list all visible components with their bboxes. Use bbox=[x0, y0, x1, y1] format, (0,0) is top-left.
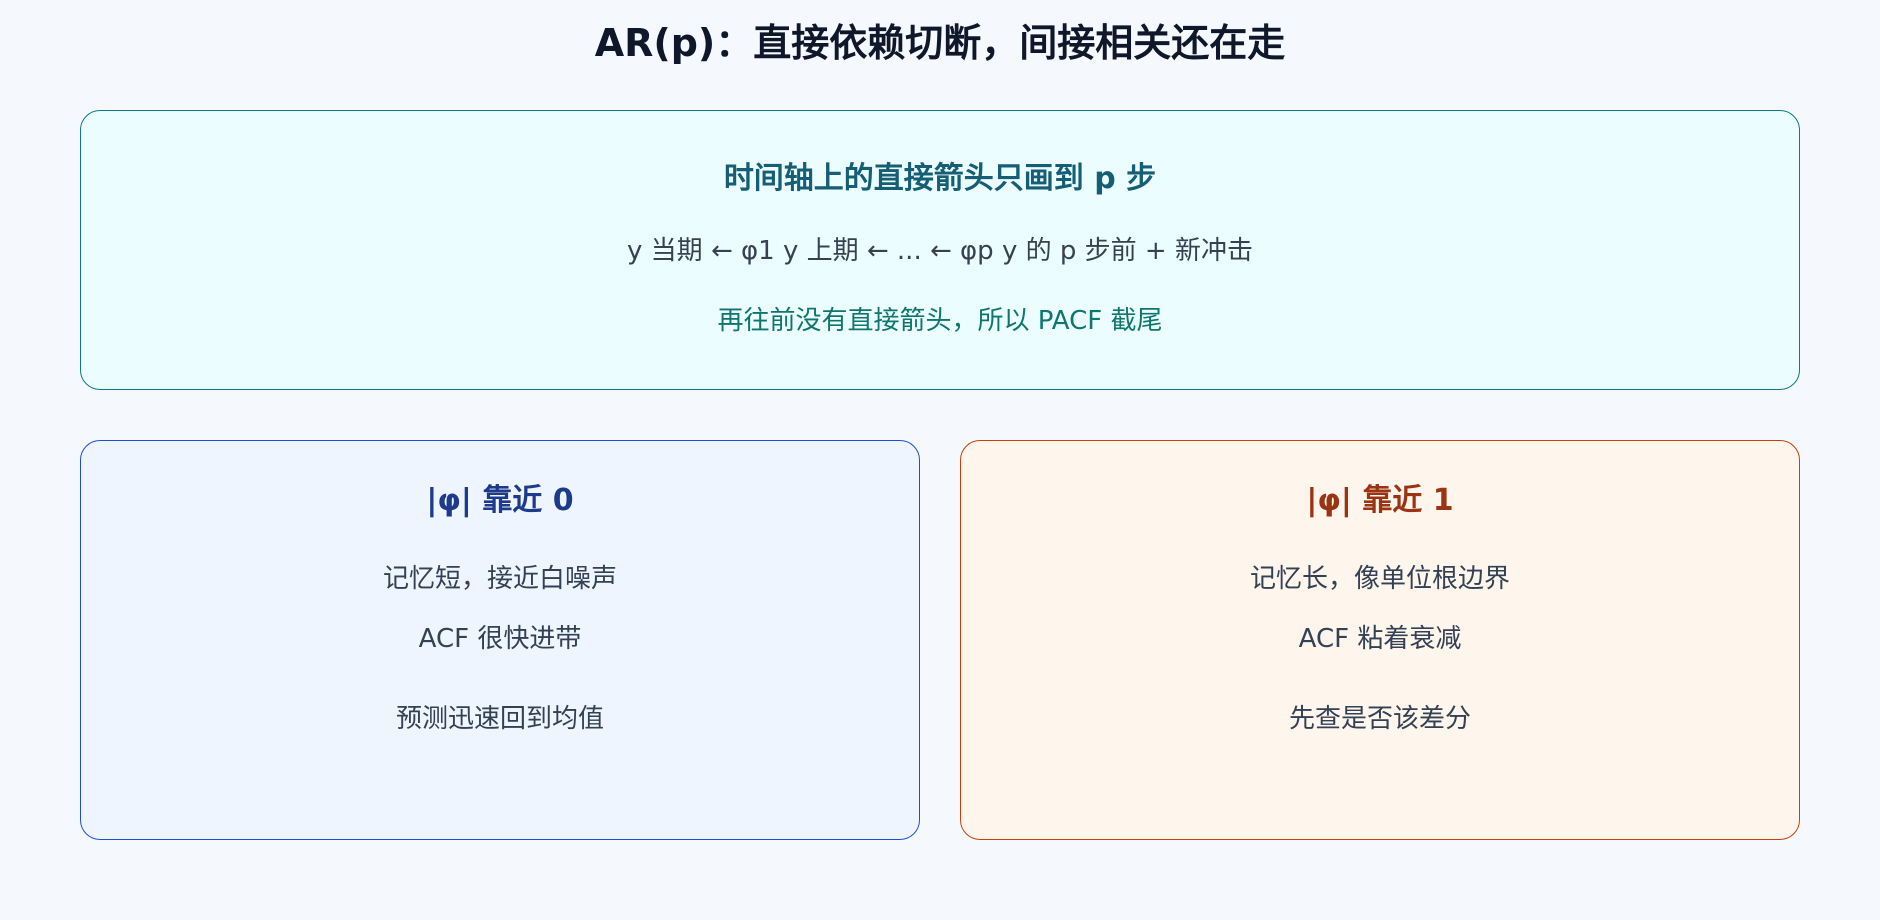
page-title: AR(p)：直接依赖切断，间接相关还在走 bbox=[594, 21, 1286, 65]
phi-near-one-line-1: 记忆长，像单位根边界 bbox=[1249, 564, 1510, 594]
direct-arrow-panel: 时间轴上的直接箭头只画到 p 步 y 当期 ← φ1 y 上期 ← ... ← … bbox=[80, 110, 1800, 390]
phi-near-one-panel: |φ| 靠近 1 记忆长，像单位根边界 ACF 粘着衰减 先查是否该差分 bbox=[960, 440, 1800, 840]
phi-near-zero-line-3: 预测迅速回到均值 bbox=[395, 704, 604, 734]
phi-near-zero-panel: |φ| 靠近 0 记忆短，接近白噪声 ACF 很快进带 预测迅速回到均值 bbox=[80, 440, 920, 840]
phi-near-one-heading: |φ| 靠近 1 bbox=[1306, 483, 1454, 518]
phi-near-one-line-3: 先查是否该差分 bbox=[1288, 704, 1471, 734]
direct-arrow-heading: 时间轴上的直接箭头只画到 p 步 bbox=[723, 161, 1157, 196]
phi-near-zero-line-2: ACF 很快进带 bbox=[418, 624, 582, 654]
ar-formula: y 当期 ← φ1 y 上期 ← ... ← φp y 的 p 步前 + 新冲击 bbox=[627, 236, 1253, 266]
pacf-cutoff-note: 再往前没有直接箭头，所以 PACF 截尾 bbox=[717, 306, 1163, 336]
phi-near-one-line-2: ACF 粘着衰减 bbox=[1298, 624, 1462, 654]
phi-near-zero-heading: |φ| 靠近 0 bbox=[426, 483, 574, 518]
phi-near-zero-line-1: 记忆短，接近白噪声 bbox=[382, 564, 617, 594]
